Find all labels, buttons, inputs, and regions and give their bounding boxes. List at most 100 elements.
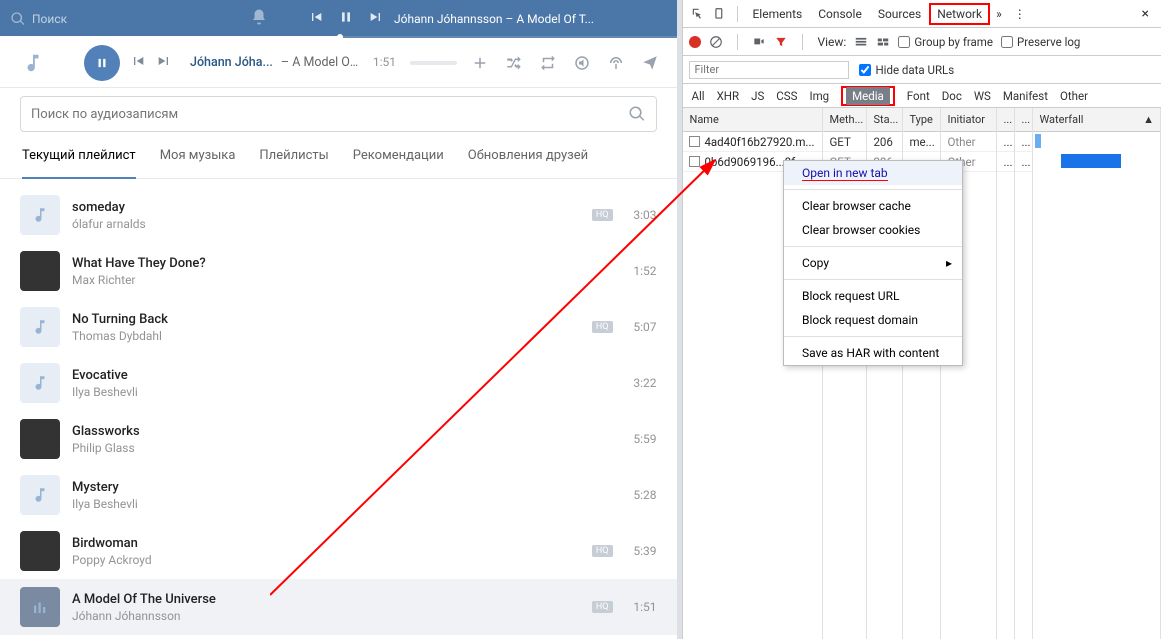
type-img[interactable]: Img <box>809 89 829 103</box>
group-by-frame[interactable]: Group by frame <box>898 35 993 49</box>
type-media-highlight: Media <box>841 86 895 106</box>
track-duration: 5:39 <box>621 544 657 558</box>
col-type[interactable]: Type <box>903 108 940 132</box>
track-duration: 1:51 <box>621 600 657 614</box>
type-doc[interactable]: Doc <box>942 89 962 103</box>
network-filter-input[interactable] <box>689 61 849 79</box>
track-row[interactable]: someday ólafur arnalds HQ 3:03 <box>0 187 677 243</box>
tab-recommendations[interactable]: Рекомендации <box>353 148 444 178</box>
col-method[interactable]: Meth... <box>823 108 866 132</box>
ctx-block-domain[interactable]: Block request domain <box>784 308 962 332</box>
volume-icon[interactable] <box>573 54 591 72</box>
header-search[interactable] <box>10 11 210 27</box>
devtools-tabs: Elements Console Sources Network » ⋮ × <box>683 0 1161 28</box>
type-font[interactable]: Font <box>907 89 930 103</box>
track-duration: 3:03 <box>621 208 657 222</box>
player-prev-button[interactable] <box>130 53 146 73</box>
notifications-icon[interactable] <box>250 8 268 30</box>
tab-playlists[interactable]: Плейлисты <box>259 148 328 178</box>
play-pause-button[interactable] <box>84 45 120 81</box>
broadcast-icon[interactable] <box>607 54 625 72</box>
track-title: Evocative <box>72 368 621 383</box>
track-thumb <box>20 307 60 347</box>
type-css[interactable]: CSS <box>776 89 797 103</box>
tab-current-playlist[interactable]: Текущий плейлист <box>22 148 136 179</box>
type-js[interactable]: JS <box>751 89 764 103</box>
tab-my-music[interactable]: Моя музыка <box>160 148 236 178</box>
track-info: A Model Of The Universe Jóhann Jóhannsso… <box>72 592 592 623</box>
preserve-log[interactable]: Preserve log <box>1001 35 1080 49</box>
track-row[interactable]: Birdwoman Poppy Ackroyd HQ 5:39 <box>0 523 677 579</box>
share-icon[interactable] <box>641 54 659 72</box>
table-row[interactable]: 4ad40f16b27920.m... <box>683 132 822 152</box>
track-info: No Turning Back Thomas Dybdahl <box>72 312 592 343</box>
col-status[interactable]: Sta... <box>867 108 902 132</box>
tab-network[interactable]: Network <box>929 3 990 25</box>
more-tabs-icon[interactable]: » <box>990 7 1008 21</box>
type-all[interactable]: All <box>691 89 704 103</box>
track-list[interactable]: someday ólafur arnalds HQ 3:03 What Have… <box>0 179 677 639</box>
track-row[interactable]: A Model Of The Universe Jóhann Jóhannsso… <box>0 579 677 635</box>
col-name[interactable]: Name <box>683 108 822 132</box>
type-media[interactable]: Media <box>846 87 890 105</box>
tab-console[interactable]: Console <box>810 1 870 27</box>
search-input[interactable] <box>32 12 182 26</box>
devtools-close-button[interactable]: × <box>1134 6 1157 22</box>
large-rows-icon[interactable] <box>854 35 868 49</box>
tab-elements[interactable]: Elements <box>744 1 810 27</box>
ctx-clear-cache[interactable]: Clear browser cache <box>784 194 962 218</box>
type-xhr[interactable]: XHR <box>717 89 740 103</box>
camera-icon[interactable] <box>752 35 766 49</box>
hide-data-urls[interactable]: Hide data URLs <box>859 63 954 77</box>
tab-friends-updates[interactable]: Обновления друзей <box>468 148 588 178</box>
type-other[interactable]: Other <box>1060 89 1088 103</box>
inspect-icon[interactable] <box>687 7 709 21</box>
shuffle-icon[interactable] <box>505 54 523 72</box>
resource-type-filters: All XHR JS CSS Img Media Font Doc WS Man… <box>683 84 1161 108</box>
devtools-menu-icon[interactable]: ⋮ <box>1008 7 1032 21</box>
prev-button[interactable] <box>308 9 324 29</box>
next-button[interactable] <box>368 9 384 29</box>
col-waterfall[interactable]: Waterfall▲ <box>1033 108 1160 132</box>
ctx-copy[interactable]: Copy <box>784 251 962 275</box>
header-progress[interactable] <box>0 36 680 38</box>
player-progress[interactable] <box>410 61 456 65</box>
col-initiator[interactable]: Initiator <box>941 108 996 132</box>
tab-sources[interactable]: Sources <box>870 1 929 27</box>
ctx-block-url[interactable]: Block request URL <box>784 284 962 308</box>
type-manifest[interactable]: Manifest <box>1003 89 1048 103</box>
type-ws[interactable]: WS <box>974 89 991 103</box>
track-info: What Have They Done? Max Richter <box>72 256 621 287</box>
add-icon[interactable] <box>471 54 489 72</box>
audio-search[interactable] <box>20 96 657 132</box>
track-row[interactable]: What Have They Done? Max Richter 1:52 <box>0 243 677 299</box>
player-bar: Jóhann Jóha... – A Model Of ... 1:51 <box>0 38 677 88</box>
track-duration: 5:28 <box>621 488 657 502</box>
pause-button[interactable] <box>338 9 354 29</box>
overview-icon[interactable] <box>876 35 890 49</box>
audio-search-input[interactable] <box>31 107 628 122</box>
track-duration: 5:07 <box>621 320 657 334</box>
track-title: Mystery <box>72 480 621 495</box>
player-time: 1:51 <box>373 55 396 69</box>
vk-panel: Jóhann Jóhannsson – A Model Of T... Jóha… <box>0 0 677 639</box>
clear-icon[interactable] <box>709 35 723 49</box>
search-icon <box>628 105 646 123</box>
track-row[interactable]: Glassworks Philip Glass 5:59 <box>0 411 677 467</box>
player-next-button[interactable] <box>156 53 172 73</box>
track-row[interactable]: Evocative Ilya Beshevli 3:22 <box>0 355 677 411</box>
track-title: No Turning Back <box>72 312 592 327</box>
player-title: – A Model Of ... <box>281 55 361 70</box>
repeat-icon[interactable] <box>539 54 557 72</box>
track-row[interactable]: Mystery Ilya Beshevli 5:28 <box>0 467 677 523</box>
header-now-playing[interactable]: Jóhann Jóhannsson – A Model Of T... <box>394 12 594 26</box>
ctx-clear-cookies[interactable]: Clear browser cookies <box>784 218 962 242</box>
record-button[interactable] <box>689 36 701 48</box>
filter-icon[interactable] <box>774 35 788 49</box>
ctx-open-new-tab[interactable]: Open in new tab <box>784 161 962 185</box>
track-row[interactable]: No Turning Back Thomas Dybdahl HQ 5:07 <box>0 299 677 355</box>
ctx-save-har[interactable]: Save as HAR with content <box>784 341 962 365</box>
device-icon[interactable] <box>709 7 731 21</box>
track-artist: Jóhann Jóhannsson <box>72 609 592 623</box>
track-thumb <box>20 363 60 403</box>
